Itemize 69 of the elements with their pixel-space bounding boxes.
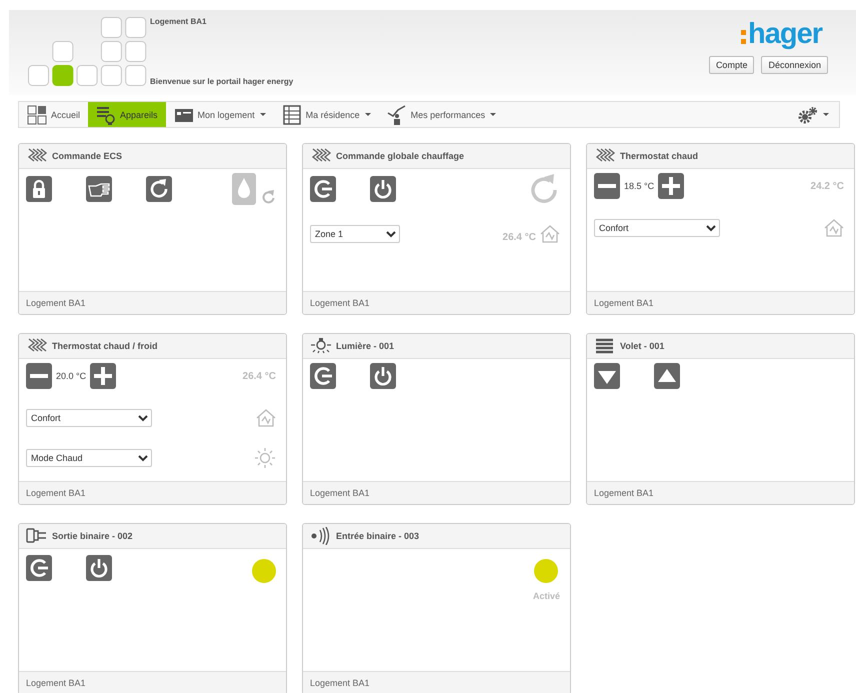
chart-person-icon [386,104,407,124]
header-button[interactable]: Compte [708,56,754,74]
signal-icon [310,527,332,545]
up-button[interactable] [654,363,680,389]
card-footer-text: Logement BA1 [310,488,370,498]
house-icon [540,225,560,243]
card-title: Lumière - 001 [336,341,394,351]
card-footer-text: Logement BA1 [310,678,370,688]
house-icon [256,409,276,427]
minus-icon [30,374,48,378]
gear-icon [798,106,818,124]
tiles-icon [27,104,47,124]
card-footer-text: Logement BA1 [26,298,86,308]
dropdown[interactable]: Zone 1 [310,225,400,243]
increase-button[interactable] [90,363,116,389]
status-text: Activé [532,591,560,601]
nav-tab[interactable]: Mon logement [166,102,274,127]
card-title: Sortie binaire - 002 [52,531,133,541]
building-icon [282,104,302,124]
power-button[interactable] [370,363,396,389]
dropdown[interactable]: Confort [594,219,720,237]
nav-tab[interactable]: Appareils [88,102,166,127]
sun-icon [254,447,276,469]
plug-icon [26,527,48,545]
lamp-icon [310,337,332,355]
increase-button[interactable] [658,173,684,199]
header-button[interactable]: Déconnexion [761,56,828,74]
card-title: Entrée binaire - 003 [336,531,420,541]
dropdown[interactable]: Mode Chaud [26,449,152,467]
power-button[interactable] [86,555,112,581]
circular-arrow-icon [260,189,276,205]
nav-tab[interactable]: Accueil [19,102,88,127]
minus-icon [598,184,616,188]
down-button[interactable] [594,363,620,389]
card-footer-text: Logement BA1 [594,298,654,308]
power-button[interactable] [370,176,396,202]
exit-button[interactable] [310,363,336,389]
setpoint-value: 18.5 °C [624,181,654,191]
temperature-reading: 24.2 °C [810,180,844,192]
lamp-list-icon [96,104,116,124]
card-title: Thermostat chaud [620,151,698,161]
colon-icon [741,30,746,44]
temperature-reading: 26.4 °C [502,232,536,243]
setpoint-value: 20.0 °C [56,371,86,381]
site-name: Logement BA1 [150,17,208,26]
card-footer-text: Logement BA1 [310,298,370,308]
refresh-button[interactable] [146,176,172,202]
nav-tab[interactable]: Mes performances [378,102,504,127]
card-footer-text: Logement BA1 [594,488,654,498]
hand-button[interactable] [86,176,112,202]
card-footer-text: Logement BA1 [26,488,86,498]
decrease-button[interactable] [26,363,52,389]
lock-button[interactable] [26,176,52,202]
shutter-icon [594,337,616,355]
card-title: Commande ECS [52,151,122,161]
house-icon [824,219,844,237]
welcome-text: Bienvenue sur le portail hager energy [150,77,294,86]
water-drop-icon [232,173,256,205]
temperature-reading: 26.4 °C [242,370,276,382]
logo-text: hager [748,18,822,50]
exit-button[interactable] [310,176,336,202]
card-title: Commande globale chauffage [336,151,464,161]
card-footer-text: Logement BA1 [26,678,86,688]
nav-tab[interactable]: Ma résidence [274,102,379,127]
card-title: Volet - 001 [620,341,664,351]
exit-button[interactable] [26,555,52,581]
decrease-button[interactable] [594,173,620,199]
dropdown[interactable]: Confort [26,409,152,427]
card-title: Thermostat chaud / froid [52,341,158,351]
